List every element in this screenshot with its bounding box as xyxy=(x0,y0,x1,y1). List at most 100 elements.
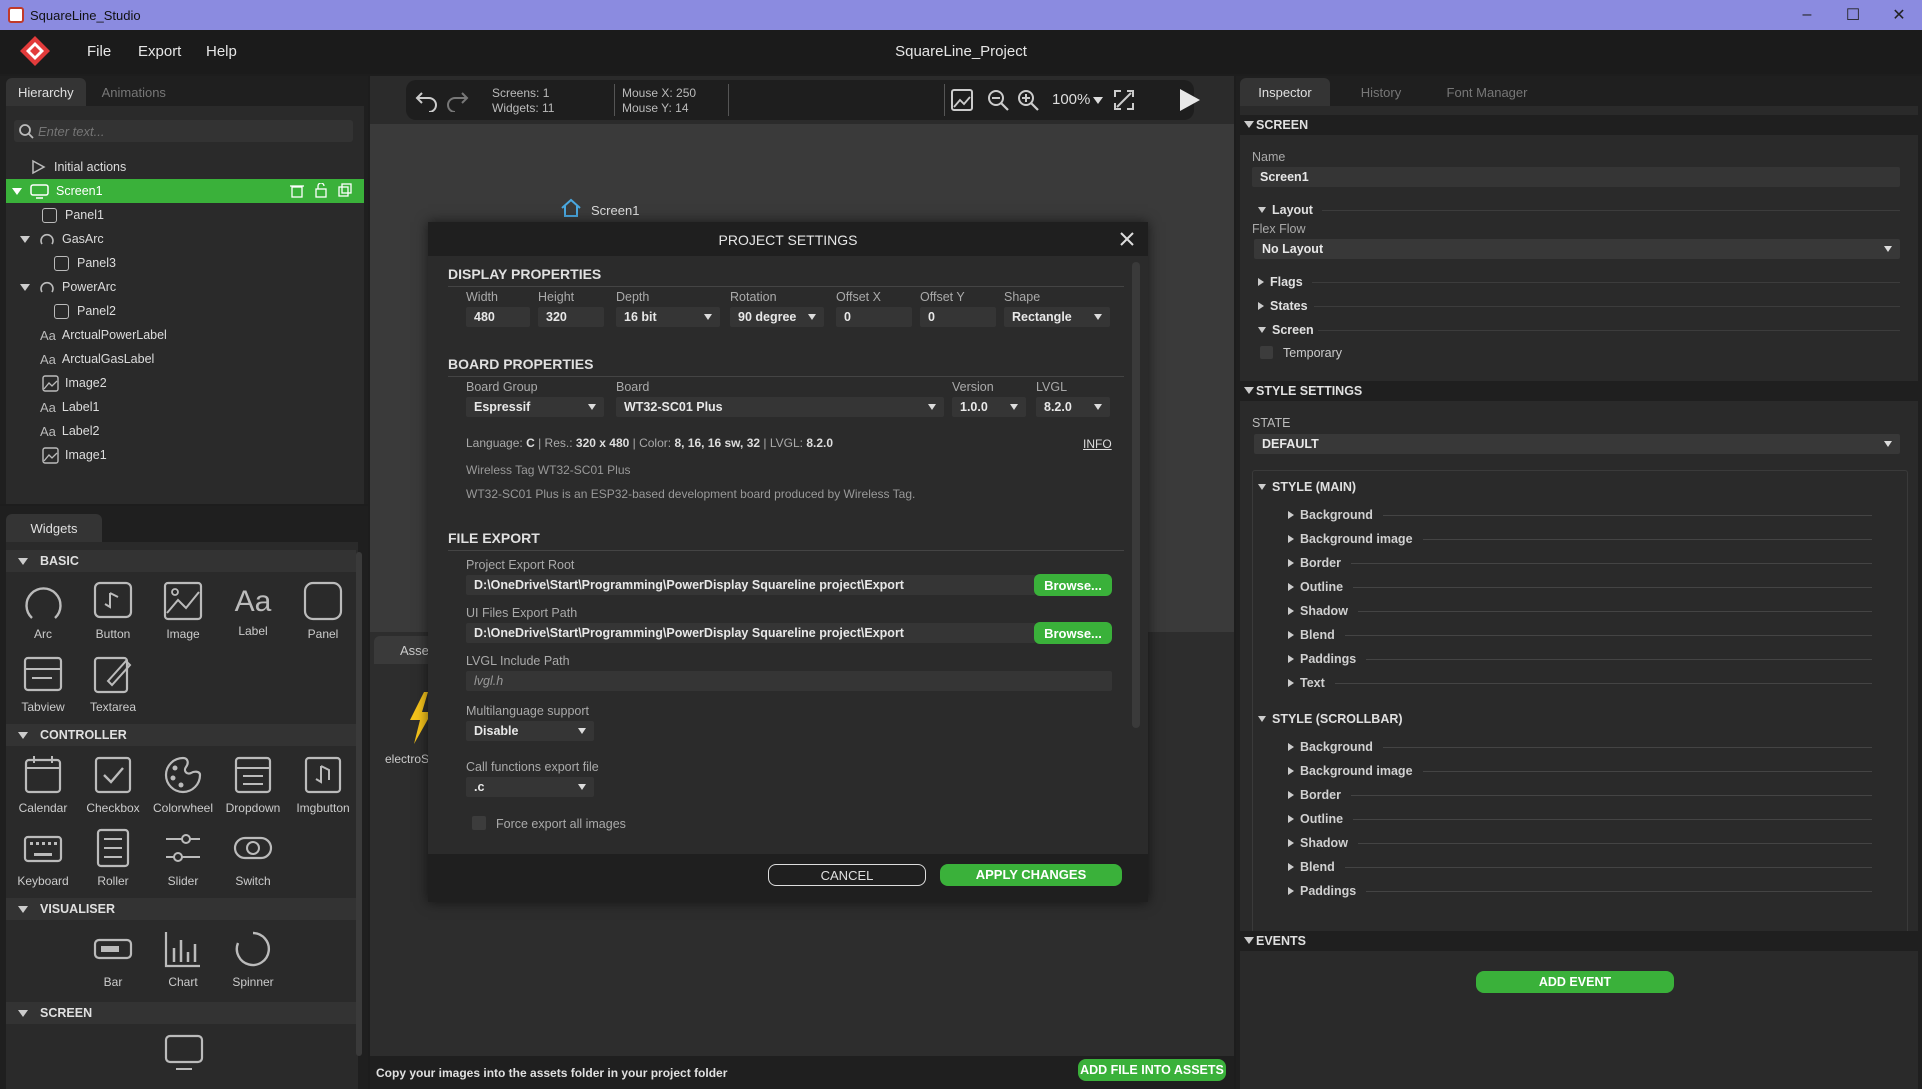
maximize-button[interactable]: ☐ xyxy=(1830,0,1876,30)
widget-image[interactable]: Image xyxy=(149,580,217,641)
close-icon[interactable] xyxy=(1120,232,1134,246)
state-select[interactable]: DEFAULT xyxy=(1254,434,1900,454)
tree-item-label1[interactable]: Aa Label1 xyxy=(6,395,364,419)
hierarchy-search-input[interactable] xyxy=(38,122,338,140)
layout-subsection[interactable]: Layout xyxy=(1258,203,1313,217)
style-scrollbar-header[interactable]: STYLE (SCROLLBAR) xyxy=(1258,712,1403,726)
screen-widget-icon[interactable] xyxy=(164,1034,204,1072)
expand-icon[interactable] xyxy=(20,283,30,291)
widget-colorwheel[interactable]: Colorwheel xyxy=(149,754,217,815)
style-main-header[interactable]: STYLE (MAIN) xyxy=(1258,480,1356,494)
undo-icon[interactable] xyxy=(414,88,440,112)
events-header[interactable]: EVENTS xyxy=(1240,931,1918,951)
group-controller-header[interactable]: CONTROLLER xyxy=(6,724,356,746)
temporary-checkbox[interactable] xyxy=(1260,346,1273,359)
tab-history[interactable]: History xyxy=(1336,78,1426,106)
tree-item-panel3[interactable]: Panel3 xyxy=(6,251,364,275)
style-row[interactable]: Shadow xyxy=(1288,599,1872,623)
tree-item-panel2[interactable]: Panel2 xyxy=(6,299,364,323)
lock-icon[interactable] xyxy=(314,183,328,198)
widget-dropdown[interactable]: Dropdown xyxy=(219,754,287,815)
force-export-checkbox[interactable] xyxy=(472,816,486,830)
flex-flow-select[interactable]: No Layout xyxy=(1254,239,1900,259)
style-row[interactable]: Background xyxy=(1288,503,1872,527)
apply-changes-button[interactable]: APPLY CHANGES xyxy=(940,864,1122,886)
height-input[interactable]: 320 xyxy=(538,307,604,327)
tree-item-image1[interactable]: Image1 xyxy=(6,443,364,467)
fit-screen-icon[interactable] xyxy=(1112,88,1136,112)
ui-files-input[interactable]: D:\OneDrive\Start\Programming\PowerDispl… xyxy=(466,623,1036,643)
tab-widgets[interactable]: Widgets xyxy=(6,514,102,542)
background-image-icon[interactable] xyxy=(950,88,974,112)
close-window-button[interactable]: ✕ xyxy=(1876,0,1922,30)
widget-roller[interactable]: Roller xyxy=(79,827,147,888)
tree-item-label2[interactable]: Aa Label2 xyxy=(6,419,364,443)
group-visualiser-header[interactable]: VISUALISER xyxy=(6,898,356,920)
expand-icon[interactable] xyxy=(12,187,22,195)
dialog-scrollbar[interactable] xyxy=(1132,262,1140,728)
widget-chart[interactable]: Chart xyxy=(149,928,217,989)
version-select[interactable]: 1.0.0 xyxy=(952,397,1026,417)
zoom-out-icon[interactable] xyxy=(986,88,1010,112)
style-row[interactable]: Outline xyxy=(1288,807,1872,831)
style-row[interactable]: Background image xyxy=(1288,527,1872,551)
widget-switch[interactable]: Switch xyxy=(219,827,287,888)
offset-y-input[interactable]: 0 xyxy=(920,307,996,327)
tab-font-manager[interactable]: Font Manager xyxy=(1432,78,1542,106)
widget-spinner[interactable]: Spinner xyxy=(219,928,287,989)
tab-assets[interactable]: Asse xyxy=(374,636,434,664)
multilang-select[interactable]: Disable xyxy=(466,721,594,741)
screen-section-header[interactable]: SCREEN xyxy=(1240,115,1918,135)
export-root-input[interactable]: D:\OneDrive\Start\Programming\PowerDispl… xyxy=(466,575,1036,595)
lvgl-include-input[interactable]: lvgl.h xyxy=(466,671,1112,691)
duplicate-icon[interactable] xyxy=(338,183,352,198)
menu-help[interactable]: Help xyxy=(206,43,237,60)
tree-item-powerarc[interactable]: PowerArc xyxy=(6,275,364,299)
tree-item-gasarc[interactable]: GasArc xyxy=(6,227,364,251)
style-row[interactable]: Background image xyxy=(1288,759,1872,783)
screen-subsection[interactable]: Screen xyxy=(1258,323,1314,337)
add-file-into-assets-button[interactable]: ADD FILE INTO ASSETS xyxy=(1078,1059,1226,1081)
board-group-select[interactable]: Espressif xyxy=(466,397,604,417)
menu-file[interactable]: File xyxy=(87,43,111,60)
states-subsection[interactable]: States xyxy=(1258,299,1308,313)
info-link[interactable]: INFO xyxy=(1083,437,1112,451)
widget-textarea[interactable]: Textarea xyxy=(79,653,147,714)
offset-x-input[interactable]: 0 xyxy=(836,307,912,327)
zoom-in-icon[interactable] xyxy=(1016,88,1040,112)
lvgl-select[interactable]: 8.2.0 xyxy=(1036,397,1110,417)
style-row[interactable]: Text xyxy=(1288,671,1872,695)
zoom-level[interactable]: 100% xyxy=(1052,91,1104,108)
style-row[interactable]: Border xyxy=(1288,551,1872,575)
group-basic-header[interactable]: BASIC xyxy=(6,550,356,572)
tree-item-arctualgaslabel[interactable]: Aa ArctualGasLabel xyxy=(6,347,364,371)
style-row[interactable]: Shadow xyxy=(1288,831,1872,855)
call-functions-select[interactable]: .c xyxy=(466,777,594,797)
style-row[interactable]: Blend xyxy=(1288,855,1872,879)
expand-icon[interactable] xyxy=(20,235,30,243)
style-row[interactable]: Paddings xyxy=(1288,647,1872,671)
style-row[interactable]: Border xyxy=(1288,783,1872,807)
tree-item-screen1[interactable]: Screen1 xyxy=(6,179,364,203)
tab-inspector[interactable]: Inspector xyxy=(1240,78,1330,106)
tree-item-image2[interactable]: Image2 xyxy=(6,371,364,395)
play-preview-icon[interactable] xyxy=(1176,87,1202,113)
minimize-button[interactable]: – xyxy=(1784,0,1830,30)
widget-arc[interactable]: Arc xyxy=(9,580,77,641)
shape-select[interactable]: Rectangle xyxy=(1004,307,1110,327)
group-screen-header[interactable]: SCREEN xyxy=(6,1002,356,1024)
style-row[interactable]: Background xyxy=(1288,735,1872,759)
menu-export[interactable]: Export xyxy=(138,43,181,60)
tree-item-initial-actions[interactable]: Initial actions xyxy=(6,155,364,179)
redo-icon[interactable] xyxy=(444,88,470,112)
widget-checkbox[interactable]: Checkbox xyxy=(79,754,147,815)
cancel-button[interactable]: CANCEL xyxy=(768,864,926,886)
widget-button[interactable]: Button xyxy=(79,580,147,641)
widget-panel[interactable]: Panel xyxy=(289,580,357,641)
style-row[interactable]: Blend xyxy=(1288,623,1872,647)
widget-tabview[interactable]: Tabview xyxy=(9,653,77,714)
width-input[interactable]: 480 xyxy=(466,307,530,327)
widget-calendar[interactable]: Calendar xyxy=(9,754,77,815)
tree-item-arctualpowerlabel[interactable]: Aa ArctualPowerLabel xyxy=(6,323,364,347)
style-row[interactable]: Outline xyxy=(1288,575,1872,599)
